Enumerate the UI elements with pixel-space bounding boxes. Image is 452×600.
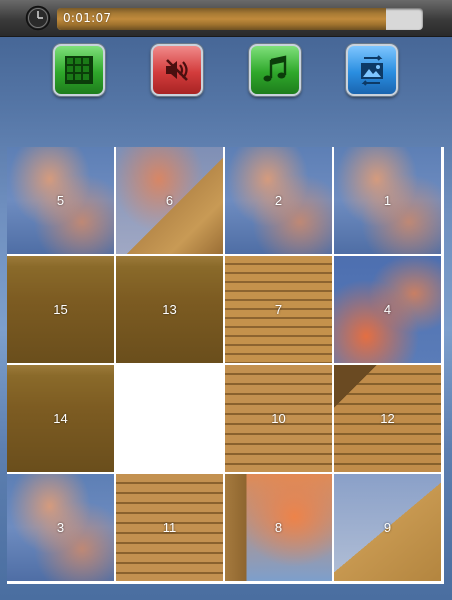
- puzzle-tile[interactable]: 3: [7, 474, 114, 581]
- tile-number: 9: [383, 520, 392, 535]
- music-note-icon: [263, 55, 287, 82]
- top-bar: 0:01:07: [0, 0, 452, 37]
- puzzle-tile[interactable]: 11: [116, 474, 223, 581]
- grid-size-button[interactable]: [53, 44, 105, 96]
- puzzle-tile[interactable]: 12: [334, 365, 441, 472]
- mute-sound-button[interactable]: [151, 44, 203, 96]
- tile-number: 14: [53, 411, 68, 426]
- puzzle-tile[interactable]: 14: [7, 365, 114, 472]
- tile-number: 1: [383, 193, 392, 208]
- swap-image-icon: [361, 55, 383, 86]
- puzzle-tile[interactable]: 13: [116, 256, 223, 363]
- puzzle-tile[interactable]: 10: [225, 365, 332, 472]
- tile-number: 10: [271, 411, 286, 426]
- grid-icon: [65, 56, 93, 84]
- tile-number: 11: [162, 520, 177, 535]
- music-button[interactable]: [249, 44, 301, 96]
- puzzle-tile[interactable]: 15: [7, 256, 114, 363]
- timer-text: 0:01:07: [63, 11, 112, 25]
- puzzle-tile[interactable]: 1: [334, 147, 441, 254]
- empty-slot[interactable]: [116, 365, 223, 472]
- tile-number: 15: [53, 302, 68, 317]
- change-image-button[interactable]: [346, 44, 398, 96]
- speaker-muted-icon: [166, 59, 188, 81]
- tile-number: 6: [165, 193, 174, 208]
- tile-number: 12: [380, 411, 395, 426]
- puzzle-tile[interactable]: 4: [334, 256, 441, 363]
- timer-progress-bar: 0:01:07: [57, 8, 423, 30]
- puzzle-tile[interactable]: 2: [225, 147, 332, 254]
- tile-number: 13: [162, 302, 177, 317]
- tile-number: 8: [274, 520, 283, 535]
- puzzle-tile[interactable]: 6: [116, 147, 223, 254]
- tile-number: 7: [274, 302, 283, 317]
- puzzle-tile[interactable]: 5: [7, 147, 114, 254]
- puzzle-tile[interactable]: 9: [334, 474, 441, 581]
- tile-number: 5: [56, 193, 65, 208]
- tile-number: 3: [56, 520, 65, 535]
- puzzle-board: 5 6 2 1 15 13 7 4 14 10 12 3 11 8 9: [7, 147, 444, 584]
- tile-number: 2: [274, 193, 283, 208]
- tile-number: 4: [383, 302, 392, 317]
- puzzle-tile[interactable]: 7: [225, 256, 332, 363]
- puzzle-tile[interactable]: 8: [225, 474, 332, 581]
- clock-icon: [25, 5, 51, 31]
